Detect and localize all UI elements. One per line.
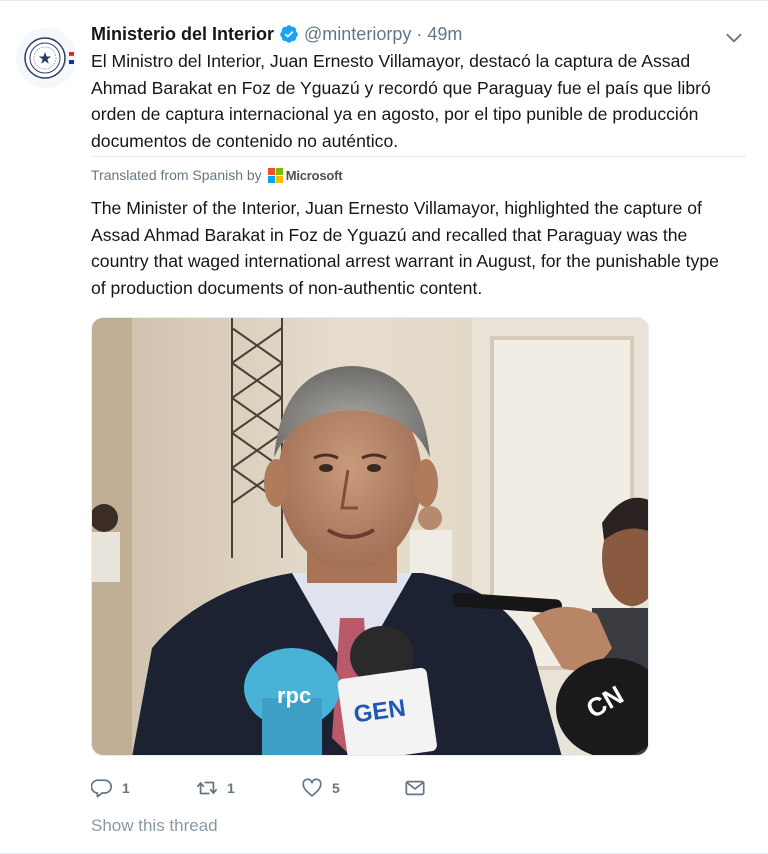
like-count: 5 xyxy=(332,780,340,796)
reply-icon xyxy=(91,779,113,798)
author-name[interactable]: Ministerio del Interior xyxy=(91,24,274,45)
tweet-text-line: documentos de contenido no auténtico. xyxy=(91,130,399,151)
direct-message-button[interactable] xyxy=(404,777,426,799)
reply-count: 1 xyxy=(122,780,130,796)
tweet-header: Ministerio del Interior @minteriorpy · 4… xyxy=(91,22,462,46)
tweet-text-line: The Minister of the Interior, Juan Ernes… xyxy=(91,198,702,218)
tweet-text-line: orden de captura internacional ya en ago… xyxy=(91,104,699,124)
translation-attribution: Translated from Spanish by Microsoft xyxy=(91,165,343,185)
microsoft-logo-icon xyxy=(267,167,283,183)
verified-badge-icon xyxy=(279,24,299,44)
tweet-text-line: country that waged international arrest … xyxy=(91,251,719,271)
top-border xyxy=(0,0,768,1)
translation-divider xyxy=(91,156,746,157)
translator-name[interactable]: Microsoft xyxy=(286,168,343,183)
retweet-button[interactable]: 1 xyxy=(196,777,235,799)
chevron-down-icon[interactable] xyxy=(724,28,744,48)
translated-label: Translated from Spanish by xyxy=(91,167,262,183)
seal-icon xyxy=(16,28,76,88)
retweet-count: 1 xyxy=(227,780,235,796)
author-handle[interactable]: @minteriorpy xyxy=(304,24,411,45)
header-separator: · xyxy=(416,23,423,44)
avatar[interactable] xyxy=(16,28,76,88)
tweet-text-original: El Ministro del Interior, Juan Ernesto V… xyxy=(91,48,751,154)
tweet-text-translated: The Minister of the Interior, Juan Ernes… xyxy=(91,195,751,301)
show-thread-link[interactable]: Show this thread xyxy=(91,816,218,836)
reply-button[interactable]: 1 xyxy=(91,777,130,799)
tweet-text-line: of production documents of non-authentic… xyxy=(91,277,483,298)
tweet-text-line: Assad Ahmad Barakat in Foz de Yguazú and… xyxy=(91,224,688,245)
mic-label: rpc xyxy=(277,683,311,708)
timestamp[interactable]: 49m xyxy=(427,24,462,45)
press-photo: rpc GEN CN xyxy=(92,318,648,755)
like-button[interactable]: 5 xyxy=(301,777,340,799)
tweet-card[interactable]: Ministerio del Interior @minteriorpy · 4… xyxy=(0,0,768,854)
tweet-text-line: Ahmad Barakat en Foz de Yguazú y recordó… xyxy=(91,77,711,98)
tweet-photo[interactable]: rpc GEN CN xyxy=(91,317,649,756)
tweet-text-line: El Ministro del Interior, Juan Ernesto V… xyxy=(91,51,691,71)
heart-icon xyxy=(302,778,322,797)
envelope-icon xyxy=(405,780,425,796)
retweet-icon xyxy=(196,781,218,795)
